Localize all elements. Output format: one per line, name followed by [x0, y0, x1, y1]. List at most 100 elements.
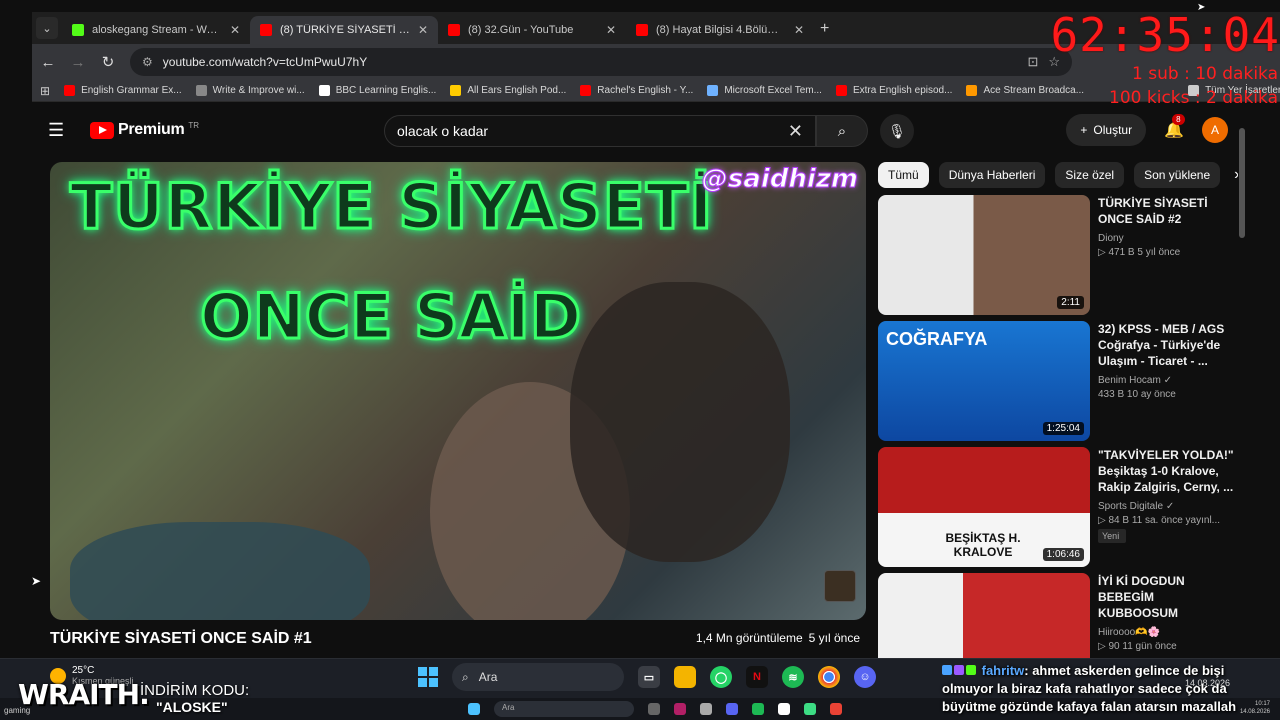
recommendation-item[interactable]: 2:11 TÜRKİYE SİYASETİ ONCE SAİD #2 Diony…	[878, 195, 1234, 315]
youtube-logo[interactable]: Premium TR	[90, 121, 199, 139]
voice-search-button[interactable]: 🎙	[880, 114, 914, 148]
menu-icon[interactable]: ☰	[48, 120, 72, 141]
recommendation-info: İYİ Kİ DOGDUN BEBEGİM KUBBOOSUM Hiiroooo…	[1098, 573, 1234, 658]
windows-start-icon[interactable]	[468, 703, 480, 715]
app-icon[interactable]	[778, 703, 790, 715]
bbc-icon	[318, 85, 330, 96]
youtube-icon	[64, 85, 76, 96]
secondary-search[interactable]: Ara	[494, 701, 634, 717]
file-explorer-icon[interactable]	[674, 666, 696, 688]
bookmarks-bar: ⊞ English Grammar Ex... Write & Improve …	[32, 80, 1280, 102]
tab-youtube-active[interactable]: (8) TÜRKİYE SİYASETİ ONCE SAİD ✕	[250, 16, 438, 44]
app-icon[interactable]	[804, 703, 816, 715]
thumbnail-caption: COĞRAFYA	[886, 329, 988, 349]
scrollbar-thumb[interactable]	[1239, 128, 1245, 238]
video-thumbnail[interactable]: BEŞİKTAŞ H. KRALOVE 1:06:46	[878, 447, 1090, 567]
taskbar-search-label: Ara	[478, 670, 498, 684]
close-icon[interactable]: ✕	[230, 23, 240, 37]
bookmark-item[interactable]: English Grammar Ex...	[64, 85, 182, 96]
tab-youtube-2[interactable]: (8) 32.Gün - YouTube ✕	[438, 16, 626, 44]
bookmark-label: BBC Learning Englis...	[335, 85, 437, 96]
recommendation-title[interactable]: 32) KPSS - MEB / AGS Coğrafya - Türkiye'…	[1098, 321, 1234, 369]
youtube-icon	[580, 85, 592, 96]
page-scrollbar[interactable]	[1238, 118, 1246, 658]
bookmark-item[interactable]: Microsoft Excel Tem...	[707, 85, 822, 96]
video-thumbnail[interactable]: COĞRAFYA 1:25:04	[878, 321, 1090, 441]
windows-start-icon[interactable]	[418, 667, 438, 687]
recommendation-title[interactable]: İYİ Kİ DOGDUN BEBEGİM KUBBOOSUM	[1098, 573, 1234, 621]
app-icon[interactable]	[752, 703, 764, 715]
app-icon[interactable]	[700, 703, 712, 715]
reload-icon[interactable]: ↻	[100, 53, 116, 71]
create-button[interactable]: + Oluştur	[1066, 114, 1147, 146]
netflix-icon[interactable]: N	[746, 666, 768, 688]
recommendation-title[interactable]: TÜRKİYE SİYASETİ ONCE SAİD #2	[1098, 195, 1234, 227]
video-scene-shape	[570, 282, 790, 562]
chip-world-news[interactable]: Dünya Haberleri	[938, 162, 1046, 188]
chrome-icon[interactable]	[818, 666, 840, 688]
recommendation-item[interactable]: COĞRAFYA 1:25:04 32) KPSS - MEB / AGS Co…	[878, 321, 1234, 441]
back-icon[interactable]: ←	[40, 54, 56, 71]
channel-name[interactable]: Hiiroooo🫶🌸	[1098, 627, 1234, 638]
bookmark-item[interactable]: All Ears English Pod...	[450, 85, 566, 96]
youtube-icon	[448, 24, 460, 36]
channel-name[interactable]: Sports Digitale ✓	[1098, 501, 1234, 512]
clear-icon[interactable]: ✕	[788, 121, 803, 142]
duration-badge: 2:11	[1057, 296, 1084, 309]
recommendation-info: "TAKVİYELER YOLDA!" Beşiktaş 1-0 Kralove…	[1098, 447, 1234, 567]
bookmark-item[interactable]: Rachel's English - Y...	[580, 85, 693, 96]
taskbar-search[interactable]: ⌕ Ara	[452, 663, 624, 691]
forward-icon[interactable]: →	[70, 54, 86, 71]
chip-all[interactable]: Tümü	[878, 162, 929, 188]
subathon-timer: 62:35:04	[1050, 8, 1280, 62]
close-icon[interactable]: ✕	[606, 23, 616, 37]
bookmark-item[interactable]: BBC Learning Englis...	[318, 85, 437, 96]
app-icon[interactable]	[648, 703, 660, 715]
install-icon[interactable]: ⊡	[1027, 54, 1038, 70]
recommendation-title[interactable]: "TAKVİYELER YOLDA!" Beşiktaş 1-0 Kralove…	[1098, 447, 1234, 495]
recommendation-item[interactable]: BEŞİKTAŞ H. KRALOVE 1:06:46 "TAKVİYELER …	[878, 447, 1234, 567]
apps-icon[interactable]: ⊞	[40, 84, 50, 98]
channel-name[interactable]: Diony	[1098, 233, 1234, 244]
app-icon[interactable]	[726, 703, 738, 715]
address-bar[interactable]: ⚙ youtube.com/watch?v=tcUmPwuU7hY ⊡ ☆	[130, 48, 1072, 76]
search-input[interactable]: olacak o kadar ✕	[384, 115, 816, 147]
tab-search-button[interactable]: ⌄	[36, 17, 58, 39]
recommendation-item[interactable]: İYİ Kİ DOGDUN BEBEGİM KUBBOOSUM Hiiroooo…	[878, 573, 1234, 658]
stream-screen: ⌄ aloskegang Stream - Watch Live ✕ (8) T…	[0, 0, 1280, 720]
chip-for-you[interactable]: Size özel	[1055, 162, 1125, 188]
whatsapp-icon[interactable]: ◯	[710, 666, 732, 688]
bookmark-item[interactable]: Write & Improve wi...	[195, 85, 305, 96]
ampersand-icon	[195, 85, 207, 96]
notification-count: 8	[1172, 114, 1185, 125]
avatar[interactable]: A	[1202, 117, 1228, 143]
chat-badges	[942, 662, 978, 680]
channel-watermark-icon	[824, 570, 856, 602]
site-info-icon[interactable]: ⚙	[142, 55, 153, 69]
chip-recently-uploaded[interactable]: Son yüklene	[1134, 162, 1221, 188]
upload-age: 5 yıl önce	[808, 631, 860, 645]
close-icon[interactable]: ✕	[418, 23, 428, 37]
close-icon[interactable]: ✕	[794, 23, 804, 37]
channel-label: Sports Digitale	[1098, 501, 1164, 512]
bookmark-item[interactable]: Ace Stream Broadca...	[966, 85, 1084, 96]
spotify-icon[interactable]: ≋	[782, 666, 804, 688]
video-thumbnail[interactable]: 2:11	[878, 195, 1090, 315]
channel-name[interactable]: Benim Hocam ✓	[1098, 375, 1234, 386]
discord-icon[interactable]: ☺	[854, 666, 876, 688]
task-view-icon[interactable]: ▭	[638, 666, 660, 688]
bookmark-label: Write & Improve wi...	[212, 85, 305, 96]
video-thumbnail[interactable]	[878, 573, 1090, 658]
video-player[interactable]: TÜRKİYE SİYASETİ ONCE SAİD @saidhizm	[50, 162, 866, 620]
search-button[interactable]: ⌕	[816, 115, 868, 147]
search-query: olacak o kadar	[397, 123, 489, 139]
app-icon[interactable]	[830, 703, 842, 715]
promo-code: "ALOSKE"	[156, 699, 228, 715]
tab-kick[interactable]: aloskegang Stream - Watch Live ✕	[62, 16, 250, 44]
notifications-button[interactable]: 🔔 8	[1164, 114, 1185, 140]
tab-youtube-3[interactable]: (8) Hayat Bilgisi 4.Bölüm - FULL ✕	[626, 16, 814, 44]
app-icon[interactable]	[674, 703, 686, 715]
new-tab-button[interactable]: +	[814, 20, 839, 44]
filter-chips: Tümü Dünya Haberleri Size özel Son yükle…	[878, 162, 1239, 188]
bookmark-item[interactable]: Extra English episod...	[835, 85, 952, 96]
